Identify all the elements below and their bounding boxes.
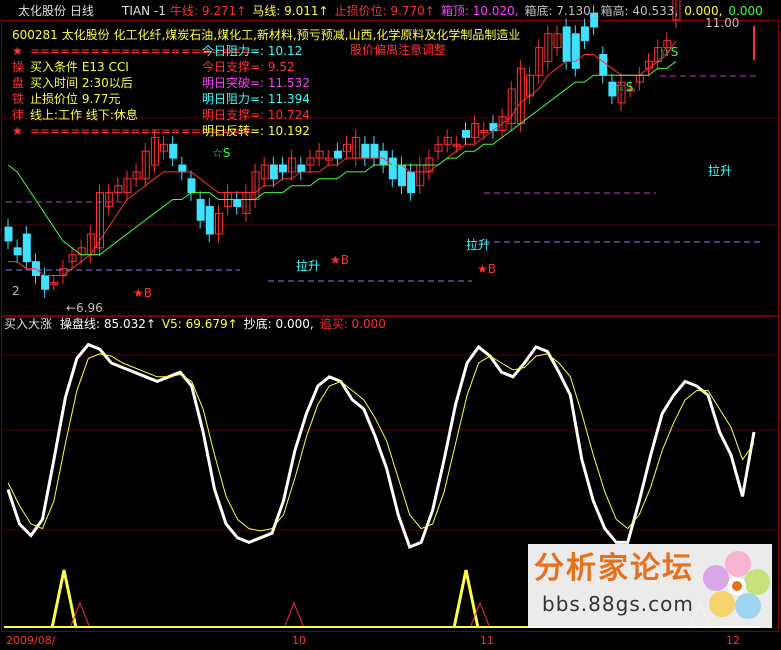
header-values: 牛线: 9.271↑ 马线: 9.011↑ 止损价位: 9.770↑ 箱顶: 10.0… bbox=[170, 4, 769, 18]
strategy-text-3: 止损价位 9.77元 bbox=[30, 92, 121, 106]
lower-values: 操盘线: 85.032↑ V5: 69.679↑ 抄底: 0.000, 追买: 0.0… bbox=[60, 317, 392, 331]
header-value-2: 止损价位: 9.770↑ bbox=[334, 4, 435, 18]
level-row-2: 明日突破=: 11.532 bbox=[202, 76, 310, 90]
x-label-3: 12 bbox=[726, 634, 740, 647]
watermark-url: bbs.88gs.com bbox=[542, 592, 694, 616]
candle-body-32 bbox=[297, 164, 306, 173]
warning-text: 股价偏离注意调整 bbox=[350, 43, 447, 57]
candle-body-40 bbox=[370, 143, 379, 159]
candle-body-39 bbox=[361, 143, 370, 159]
watermark: 分析家论坛 bbs.88gs.com bbox=[528, 544, 772, 628]
candle-body-36 bbox=[333, 150, 342, 159]
lower-value-1: V5: 69.679↑ bbox=[161, 317, 238, 331]
candle-body-20 bbox=[187, 178, 196, 194]
candle-body-43 bbox=[397, 164, 406, 187]
level-row-5: 明日反转=: 10.192 bbox=[202, 124, 310, 138]
low-price-label: ←6.96 bbox=[66, 301, 103, 315]
lower-value-3: 追买: 0.000 bbox=[319, 317, 386, 331]
flower-logo-icon bbox=[703, 551, 770, 619]
x-label-2: 11 bbox=[480, 634, 494, 647]
strategy-text-1: 买入条件 E13 CCI bbox=[30, 60, 129, 74]
rally-label-2: 拉升 bbox=[466, 238, 491, 252]
wave-count-label: 2 bbox=[12, 284, 20, 298]
header-value-1: 马线: 9.011↑ bbox=[252, 4, 329, 18]
bottom-signal-1 bbox=[452, 569, 480, 629]
stock-info-line: 600281 太化股份 化工化纤,煤炭石油,煤化工,新材料,预亏预减,山西,化学… bbox=[12, 28, 521, 42]
strategy-text-2: 买入时间 2:30以后 bbox=[30, 76, 133, 90]
bottom-red-signal-1 bbox=[283, 601, 305, 629]
ma-green-line bbox=[7, 61, 677, 256]
header-value-4: 箱底: 7.130, bbox=[524, 4, 595, 18]
osc-line-0 bbox=[6, 342, 756, 549]
strategy-mark-4: 律 bbox=[12, 108, 25, 122]
x-label-0: 2009/08/ bbox=[6, 634, 56, 647]
level-row-1: 今日支撑=: 9.52 bbox=[202, 60, 295, 74]
candle-body-2 bbox=[22, 233, 31, 263]
strategy-mark-3: 铁 bbox=[12, 92, 25, 106]
price-top-label: 11.00 bbox=[705, 16, 740, 30]
candle-body-18 bbox=[169, 143, 178, 159]
candle-body-44 bbox=[407, 171, 416, 194]
sell-signal-3: ☆S bbox=[660, 45, 679, 59]
lower-value-0: 操盘线: 85.032↑ bbox=[60, 317, 156, 331]
candle-body-29 bbox=[269, 164, 278, 180]
chart-window: 太化股份 日线 TIAN -1 牛线: 9.271↑ 马线: 9.011↑ 止损价位… bbox=[0, 0, 781, 650]
buy-signal-2: ★B bbox=[330, 253, 349, 267]
candle-body-22 bbox=[205, 205, 214, 235]
x-label-1: 10 bbox=[292, 634, 306, 647]
candle-body-0 bbox=[4, 226, 13, 242]
candle-body-19 bbox=[178, 164, 187, 173]
formula-name[interactable]: TIAN -1 bbox=[122, 4, 166, 18]
candle-body-4 bbox=[41, 274, 50, 290]
strategy-mark-0: ★ bbox=[12, 44, 23, 58]
rally-label-1: 拉升 bbox=[296, 259, 321, 273]
header-value-5: 箱高: 40.533, bbox=[600, 4, 679, 18]
buy-signal-3: ★B bbox=[477, 262, 496, 276]
watermark-title: 分析家论坛 bbox=[534, 551, 694, 586]
candle-body-61 bbox=[562, 26, 571, 62]
chart-title[interactable]: 太化股份 日线 bbox=[18, 4, 94, 18]
strategy-mark-2: 盘 bbox=[12, 76, 25, 90]
level-row-3: 明日阻力=: 11.394 bbox=[202, 92, 310, 106]
level-row-4: 明日支撑=: 10.724 bbox=[202, 108, 310, 122]
osc-line-1 bbox=[7, 353, 755, 532]
level-row-0: 今日阻力=: 10.12 bbox=[202, 44, 303, 58]
lower-value-2: 抄底: 0.000, bbox=[243, 317, 314, 331]
candle-body-1 bbox=[13, 247, 22, 256]
candle-body-62 bbox=[571, 33, 580, 69]
buy-signal-1: ★B bbox=[133, 286, 152, 300]
bottom-signal-0 bbox=[50, 569, 78, 629]
candle-body-42 bbox=[388, 157, 397, 180]
header-value-3: 箱顶: 10.020, bbox=[440, 4, 519, 18]
candle-body-50 bbox=[462, 129, 470, 138]
strategy-mark-5: ★ bbox=[12, 124, 23, 138]
candle-body-30 bbox=[279, 164, 287, 173]
candle-body-25 bbox=[233, 199, 242, 207]
sell-signal-1: ☆S bbox=[212, 146, 231, 160]
strategy-mark-1: 操 bbox=[12, 60, 25, 74]
candle-body-21 bbox=[196, 199, 205, 221]
candle-body-53 bbox=[489, 123, 498, 131]
candle-body-63 bbox=[580, 26, 589, 42]
sell-signal-2: ☆S bbox=[615, 80, 634, 94]
lower-title[interactable]: 买入大涨 bbox=[4, 317, 52, 331]
strategy-text-4: 线上:工作 线下:休息 bbox=[30, 108, 138, 122]
header-value-0: 牛线: 9.271↑ bbox=[170, 4, 247, 18]
rally-label-3: 拉升 bbox=[708, 164, 733, 178]
candle-body-65 bbox=[599, 54, 608, 76]
